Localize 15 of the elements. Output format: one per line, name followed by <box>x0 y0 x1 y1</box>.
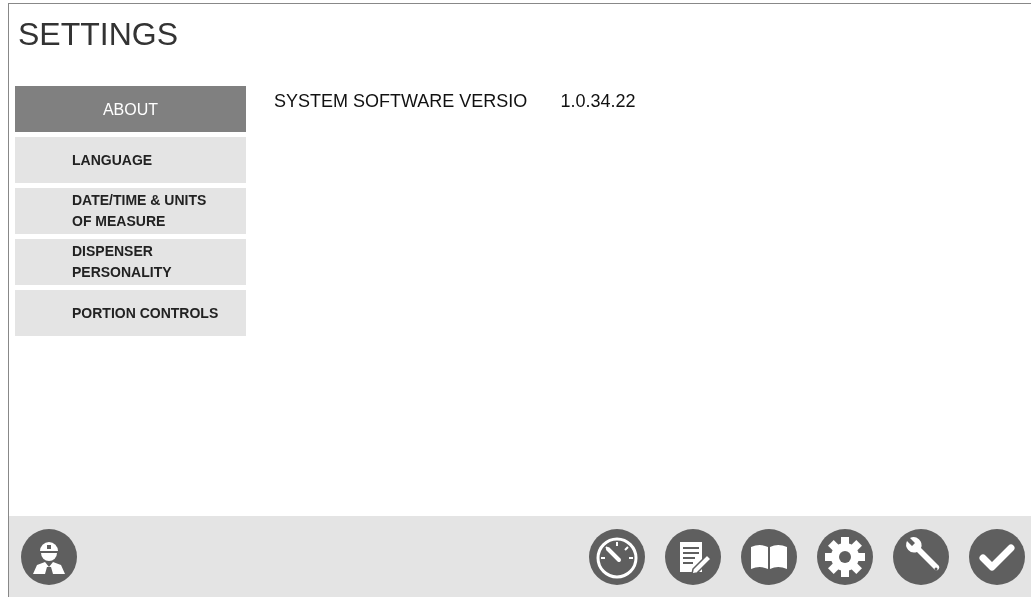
field-label: SYSTEM SOFTWARE VERSIO <box>274 91 528 112</box>
gauge-icon[interactable] <box>587 526 647 587</box>
page-title: SETTINGS <box>18 16 179 53</box>
sidebar-item[interactable]: DATE/TIME & UNITS OF MEASURE <box>15 188 246 234</box>
sidebar-item[interactable]: PORTION CONTROLS <box>15 290 246 336</box>
sidebar-item[interactable]: ABOUT <box>15 86 246 132</box>
notes-icon[interactable] <box>663 526 723 587</box>
book-icon[interactable] <box>739 526 799 587</box>
field-value: 1.0.34.22 <box>560 91 636 112</box>
sidebar-item[interactable]: DISPENSER PERSONALITY <box>15 239 246 285</box>
sidebar-item[interactable]: LANGUAGE <box>15 137 246 183</box>
settings-icon[interactable] <box>815 526 875 587</box>
check-icon[interactable] <box>967 526 1027 587</box>
wrench-icon[interactable] <box>891 526 951 587</box>
user-icon[interactable] <box>19 526 79 587</box>
